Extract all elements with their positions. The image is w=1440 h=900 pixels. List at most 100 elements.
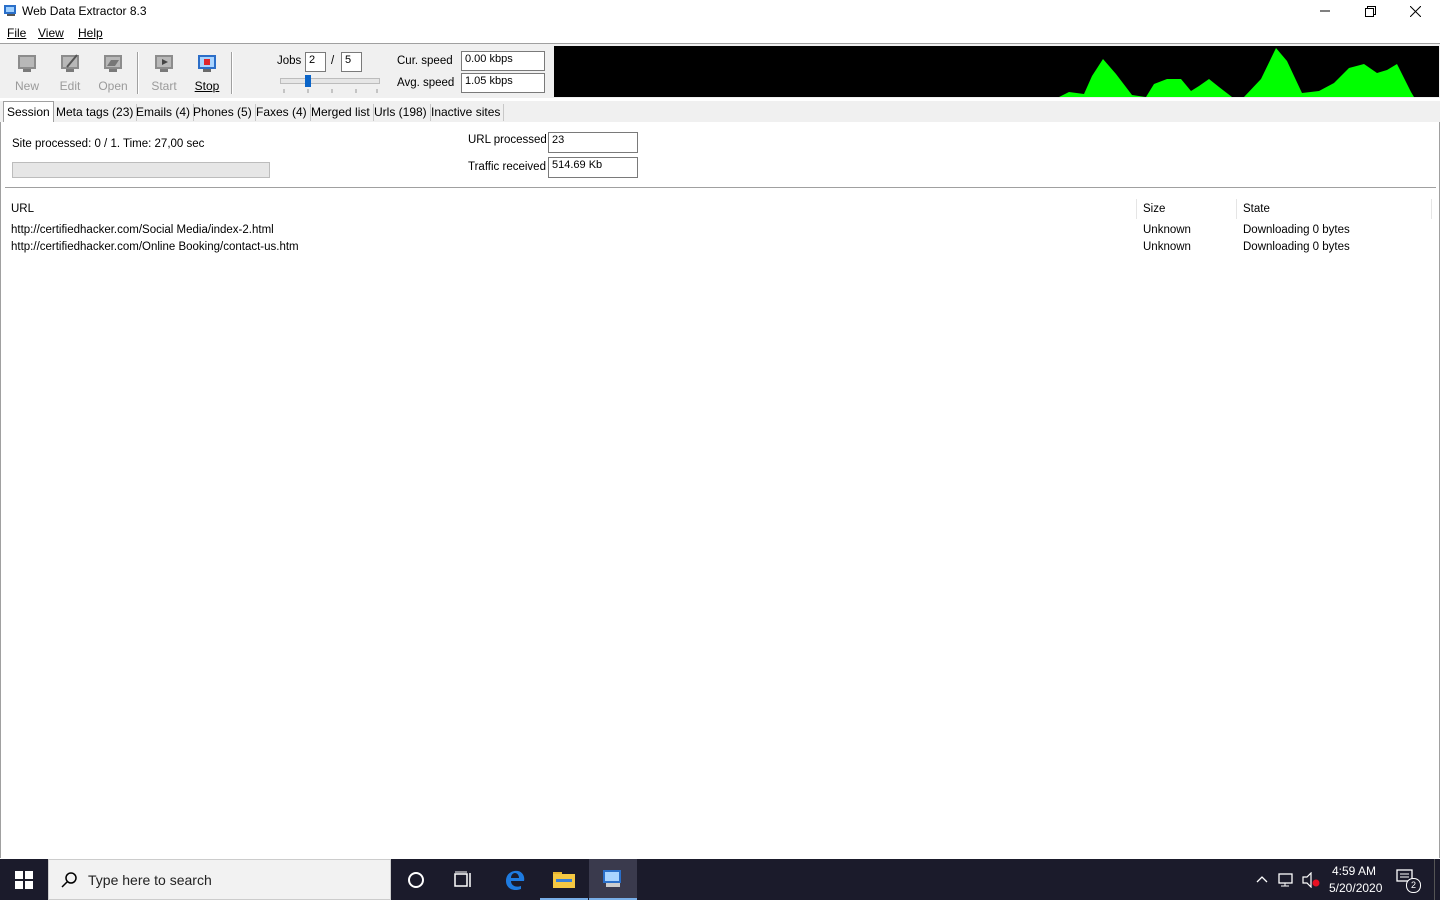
- tab-merged-list[interactable]: Merged list: [308, 104, 374, 121]
- volume-muted-icon[interactable]: [1302, 872, 1320, 888]
- avg-speed-field: 1.05 kbps: [461, 73, 545, 93]
- search-icon: [61, 872, 77, 888]
- window-title: Web Data Extractor 8.3: [22, 4, 147, 18]
- title-bar: Web Data Extractor 8.3: [0, 0, 1440, 22]
- network-icon[interactable]: [1278, 872, 1296, 888]
- jobs-max-field[interactable]: 5: [341, 52, 362, 72]
- show-desktop-button[interactable]: [1434, 859, 1440, 900]
- folder-icon: [553, 871, 575, 888]
- clock-date[interactable]: 5/20/2020: [1329, 881, 1382, 895]
- app-icon: [4, 5, 16, 16]
- restore-button[interactable]: [1347, 0, 1393, 22]
- stop-icon: [198, 55, 216, 72]
- action-center-button[interactable]: 2: [1396, 869, 1421, 893]
- edit-button[interactable]: Edit: [51, 50, 89, 96]
- tab-emails[interactable]: Emails (4): [133, 104, 195, 121]
- restore-icon: [1364, 5, 1376, 17]
- avg-speed-label: Avg. speed: [397, 77, 455, 89]
- column-divider[interactable]: [1431, 199, 1432, 219]
- table-row[interactable]: http://certifiedhacker.com/Online Bookin…: [5, 240, 1436, 257]
- row-size: Unknown: [1143, 241, 1191, 253]
- cortana-button[interactable]: [392, 859, 440, 900]
- column-divider[interactable]: [1136, 199, 1137, 219]
- minimize-icon: [1320, 10, 1330, 12]
- minimize-button[interactable]: [1302, 0, 1348, 22]
- web-data-extractor-icon: [603, 869, 621, 887]
- jobs-slider-track[interactable]: [280, 78, 380, 84]
- search-placeholder: Type here to search: [88, 872, 212, 888]
- start-icon: [155, 55, 173, 72]
- tab-faxes[interactable]: Faxes (4): [253, 104, 311, 121]
- taskbar: Type here to search 4:59 AM 5/20/2020 2: [0, 859, 1440, 900]
- start-menu-button[interactable]: [0, 859, 48, 900]
- jobs-value-field[interactable]: 2: [305, 52, 326, 72]
- task-view-button[interactable]: [440, 859, 488, 900]
- show-hidden-icons-icon[interactable]: [1256, 874, 1268, 884]
- cur-speed-field: 0.00 kbps: [461, 51, 545, 71]
- cur-speed-label: Cur. speed: [397, 55, 453, 67]
- column-divider[interactable]: [1236, 199, 1237, 219]
- web-data-extractor-taskbar-button[interactable]: [589, 859, 637, 900]
- url-processed-label: URL processed: [468, 134, 547, 146]
- new-document-icon: [18, 55, 36, 72]
- menu-help[interactable]: Help: [78, 26, 103, 40]
- menu-view[interactable]: View: [38, 26, 64, 40]
- url-processed-field: 23: [548, 132, 638, 153]
- tab-session[interactable]: Session: [3, 101, 54, 123]
- close-icon: [1409, 5, 1421, 17]
- row-size: Unknown: [1143, 224, 1191, 236]
- tab-inactive-sites[interactable]: Inactive sites: [428, 104, 505, 121]
- slider-ticks: [283, 89, 378, 93]
- open-label: Open: [98, 79, 128, 93]
- file-explorer-button[interactable]: [540, 859, 588, 900]
- column-header-state[interactable]: State: [1243, 203, 1270, 215]
- cortana-icon: [408, 871, 424, 888]
- menu-file[interactable]: File: [7, 26, 26, 40]
- open-button[interactable]: Open: [94, 50, 132, 96]
- start-label: Start: [151, 79, 177, 93]
- column-header-url[interactable]: URL: [11, 203, 34, 215]
- stop-button[interactable]: Stop: [188, 50, 226, 96]
- clock-time[interactable]: 4:59 AM: [1332, 864, 1376, 878]
- edit-label: Edit: [59, 79, 81, 93]
- new-label: New: [14, 79, 39, 93]
- panel-divider: [5, 187, 1436, 191]
- tab-urls[interactable]: Urls (198): [371, 104, 431, 121]
- traffic-graph: [554, 46, 1439, 97]
- row-url: http://certifiedhacker.com/Social Media/…: [11, 224, 274, 236]
- stop-label: Stop: [194, 79, 220, 93]
- jobs-separator: /: [331, 55, 335, 67]
- notification-count-badge: 2: [1406, 878, 1421, 893]
- url-list-header: URL Size State: [5, 199, 1436, 219]
- row-state: Downloading 0 bytes: [1243, 241, 1350, 253]
- taskbar-search-box[interactable]: Type here to search: [48, 859, 391, 900]
- jobs-slider-thumb[interactable]: [305, 75, 311, 87]
- menu-help-label: Help: [78, 26, 103, 40]
- site-processed-text: Site processed: 0 / 1. Time: 27,00 sec: [12, 138, 205, 150]
- menu-bar: File View Help: [0, 23, 1440, 44]
- tab-meta-tags[interactable]: Meta tags (23): [53, 104, 138, 121]
- site-progress-bar: [12, 162, 270, 178]
- edge-icon: [506, 870, 525, 890]
- tab-phones[interactable]: Phones (5): [190, 104, 256, 121]
- jobs-label: Jobs: [277, 55, 302, 67]
- tab-strip: Session Meta tags (23) Emails (4) Phones…: [0, 101, 1440, 123]
- windows-logo-icon: [15, 870, 33, 889]
- session-panel: Site processed: 0 / 1. Time: 27,00 sec U…: [0, 122, 1440, 858]
- row-url: http://certifiedhacker.com/Online Bookin…: [11, 241, 299, 253]
- menu-view-label: View: [38, 26, 64, 40]
- toolbar-separator: [137, 52, 139, 94]
- task-view-icon: [454, 871, 471, 887]
- traffic-received-field: 514.69 Kb: [548, 157, 638, 178]
- open-folder-icon: [104, 55, 122, 72]
- column-header-size[interactable]: Size: [1143, 203, 1165, 215]
- edge-browser-button[interactable]: [491, 859, 539, 900]
- table-row[interactable]: http://certifiedhacker.com/Social Media/…: [5, 223, 1436, 240]
- close-button[interactable]: [1392, 0, 1438, 22]
- row-state: Downloading 0 bytes: [1243, 224, 1350, 236]
- edit-icon: [61, 54, 79, 72]
- toolbar-separator: [231, 52, 233, 94]
- traffic-received-label: Traffic received: [468, 161, 546, 173]
- new-button[interactable]: New: [8, 50, 46, 96]
- start-button[interactable]: Start: [145, 50, 183, 96]
